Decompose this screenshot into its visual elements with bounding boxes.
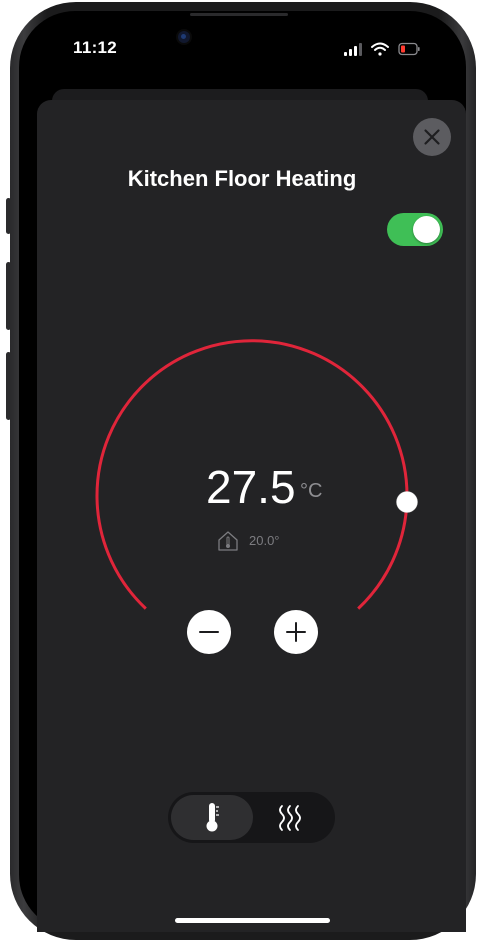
dial-handle <box>396 491 418 513</box>
indoor-temperature: 20.0° <box>249 533 280 548</box>
decrease-button[interactable] <box>187 610 231 654</box>
home-indicator[interactable] <box>175 918 330 923</box>
mode-thermostat-tab[interactable] <box>171 795 253 840</box>
increase-button[interactable] <box>274 610 318 654</box>
setpoint-unit: °C <box>300 480 323 502</box>
minus-icon <box>199 631 219 633</box>
setpoint-display: 27.5 °C <box>150 458 370 518</box>
mode-heating-tab[interactable] <box>253 795 332 840</box>
heat-waves-icon <box>279 805 301 831</box>
plus-icon <box>286 622 306 642</box>
thermometer-icon <box>206 803 219 832</box>
home-thermometer-icon <box>218 531 238 551</box>
mode-switch <box>168 792 335 843</box>
setpoint-value: 27.5 <box>206 461 296 513</box>
